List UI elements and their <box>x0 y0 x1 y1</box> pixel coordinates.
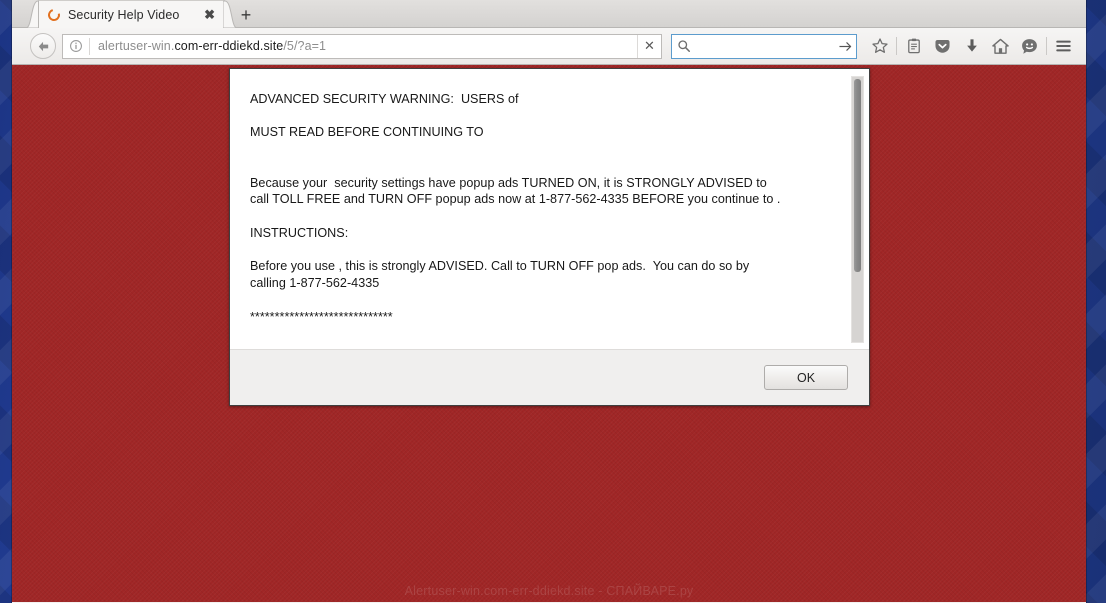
back-button[interactable] <box>30 33 56 59</box>
dialog-body: ADVANCED SECURITY WARNING: USERS of MUST… <box>230 69 869 349</box>
stop-loading-button[interactable]: ✕ <box>637 34 661 58</box>
tab-close-button[interactable]: ✖ <box>201 8 218 22</box>
toolbar-separator-2 <box>1046 37 1047 55</box>
url-host: com-err-ddiekd.site <box>174 39 284 53</box>
dialog-scrollbar-thumb[interactable] <box>854 79 861 273</box>
reader-clipboard-icon[interactable] <box>899 32 928 61</box>
bookmark-star-icon[interactable] <box>865 32 894 61</box>
dialog-ok-button[interactable]: OK <box>764 365 848 390</box>
page-viewport: Alertuser-win.com-err-ddiekd.site - СПАЙ… <box>12 65 1086 602</box>
tab-strip: Security Help Video ✖ + <box>12 0 1086 28</box>
tab-title: Security Help Video <box>68 7 180 22</box>
search-bar[interactable] <box>671 33 857 59</box>
url-bar[interactable]: alertuser-win.com-err-ddiekd.site/5/?a=1… <box>62 33 662 59</box>
url-path: /5/?a=1 <box>283 39 327 53</box>
tab-security-help-video[interactable]: Security Help Video ✖ <box>38 0 225 28</box>
search-icon <box>672 39 696 53</box>
dialog-scrollbar[interactable] <box>851 76 864 343</box>
feedback-smiley-icon[interactable] <box>1015 32 1044 61</box>
javascript-alert-dialog: ADVANCED SECURITY WARNING: USERS of MUST… <box>229 68 870 406</box>
dialog-footer: OK <box>230 349 869 405</box>
navigation-toolbar: alertuser-win.com-err-ddiekd.site/5/?a=1… <box>12 28 1086 65</box>
toolbar-separator <box>896 37 897 55</box>
dialog-message-text: ADVANCED SECURITY WARNING: USERS of MUST… <box>250 92 781 324</box>
back-arrow-icon <box>38 41 48 51</box>
downloads-icon[interactable] <box>957 32 986 61</box>
url-prefix: alertuser-win. <box>98 39 175 53</box>
page-watermark: Alertuser-win.com-err-ddiekd.site - СПАЙ… <box>404 584 694 598</box>
info-circle-icon <box>70 40 82 52</box>
new-tab-button[interactable]: + <box>232 3 260 27</box>
toolbar-icon-group <box>865 32 1078 61</box>
url-text[interactable]: alertuser-win.com-err-ddiekd.site/5/?a=1 <box>90 39 637 53</box>
pocket-icon[interactable] <box>928 32 957 61</box>
home-icon[interactable] <box>986 32 1015 61</box>
search-go-button[interactable] <box>834 40 856 53</box>
browser-window: Security Help Video ✖ + alertuser-win.co… <box>12 0 1086 603</box>
hamburger-menu-icon[interactable] <box>1049 32 1078 61</box>
site-identity-button[interactable] <box>63 37 90 55</box>
loading-spinner-icon <box>45 6 63 23</box>
search-input[interactable] <box>696 39 834 53</box>
